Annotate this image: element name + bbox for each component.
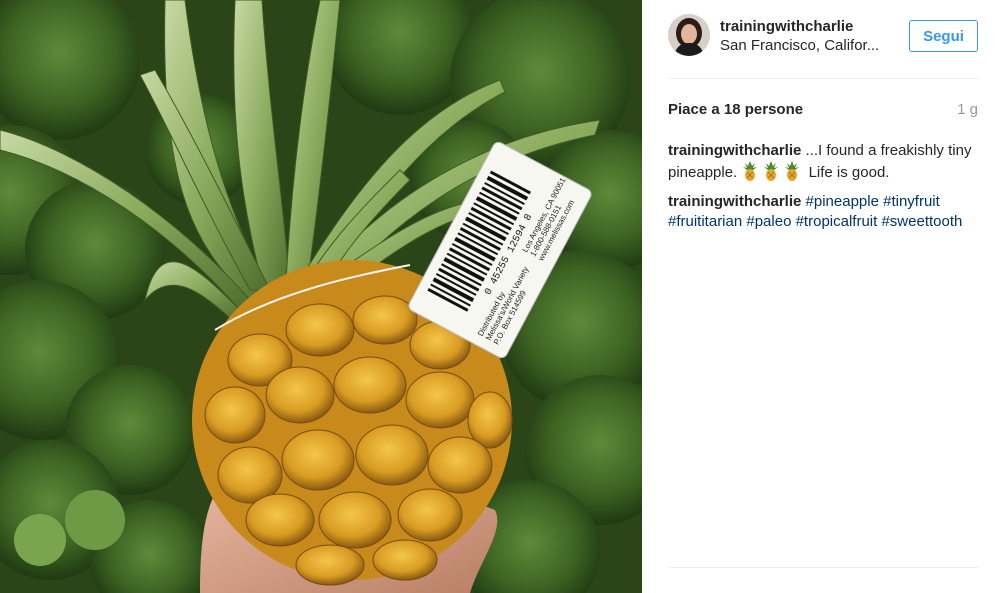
profile-picture	[668, 14, 710, 56]
comment-username[interactable]: trainingwithcharlie	[668, 193, 801, 210]
caption-text-part2: Life is good.	[804, 163, 890, 181]
comment-username[interactable]: trainingwithcharlie	[668, 142, 801, 159]
hashtag-link[interactable]: #fruititarian	[668, 213, 742, 230]
hashtag-link[interactable]: #paleo	[746, 213, 791, 230]
hashtag-link[interactable]: #tropicalfruit	[796, 213, 878, 230]
post-header: trainingwithcharlie San Francisco, Calif…	[668, 14, 978, 58]
avatar[interactable]	[668, 14, 710, 56]
hashtag-link[interactable]: #tinyfruit	[883, 193, 940, 210]
location-link[interactable]: San Francisco, Califor...	[720, 37, 879, 54]
likes-count[interactable]: Piace a 18 persone	[668, 101, 803, 118]
hashtag-link[interactable]: #sweettooth	[881, 213, 962, 230]
hashtag-comment: trainingwithcharlie #pineapple #tinyfrui…	[668, 192, 978, 231]
pineapple-photo: 0 45255 12594 8 Distributed by Melissa's…	[0, 0, 642, 593]
username-link[interactable]: trainingwithcharlie	[720, 18, 853, 35]
caption-comment: trainingwithcharlie ...I found a freakis…	[668, 141, 978, 182]
post-time[interactable]: 1 g	[957, 101, 978, 118]
post-sidebar: trainingwithcharlie San Francisco, Calif…	[642, 0, 1000, 593]
post-photo[interactable]: 0 45255 12594 8 Distributed by Melissa's…	[0, 0, 642, 593]
divider	[668, 567, 978, 568]
comments-list: trainingwithcharlie ...I found a freakis…	[668, 141, 978, 241]
pineapple-emoji-icon	[741, 160, 804, 181]
divider	[668, 78, 978, 79]
follow-button[interactable]: Segui	[909, 20, 978, 52]
hashtag-link[interactable]: #pineapple	[806, 193, 879, 210]
